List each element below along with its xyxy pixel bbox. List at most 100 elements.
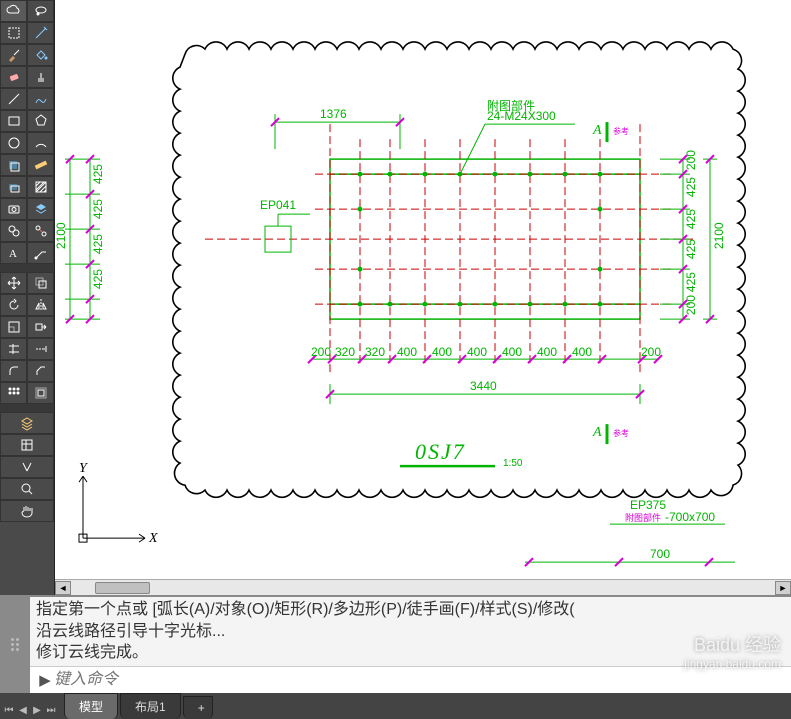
svg-text:425: 425 [91,199,105,219]
command-drag-handle[interactable] [0,595,30,693]
scroll-left-icon[interactable]: ◄ [55,581,71,595]
svg-text:400: 400 [432,345,452,359]
svg-text:参考: 参考 [613,126,629,136]
tool-crop[interactable] [0,154,27,176]
svg-text:EP375: EP375 [630,498,666,512]
ep-label: EP041 [260,198,296,212]
drawing-canvas[interactable]: EP041 1376 24-M24X300 [55,0,791,579]
tool-chamfer[interactable] [27,360,54,382]
tool-pan[interactable] [0,500,54,522]
layout-tabs: ⏮ ◀ ▶ ⏭ 模型 布局1 + [0,693,791,719]
axis-y-label: Y [79,461,89,476]
svg-text:-700x700: -700x700 [665,510,715,524]
svg-text:320: 320 [335,345,355,359]
svg-text:425: 425 [91,269,105,289]
tool-offset[interactable] [27,382,54,404]
svg-text:200: 200 [684,295,698,315]
tool-line[interactable] [0,88,27,110]
left-toolbar: A [0,0,55,595]
tool-group[interactable] [0,220,27,242]
tool-match[interactable] [0,456,54,478]
tool-rect[interactable] [0,110,27,132]
command-history: 指定第一个点或 [弧长(A)/对象(O)/矩形(R)/多边形(P)/徒手画(F)… [30,597,791,667]
horizontal-scrollbar[interactable]: ◄ ► [55,579,791,595]
tool-arc[interactable] [27,132,54,154]
tool-rect-sel[interactable] [0,22,27,44]
tool-camera[interactable] [0,198,27,220]
command-input[interactable] [54,669,785,691]
svg-text:425: 425 [91,234,105,254]
svg-text:425: 425 [91,164,105,184]
svg-text:400: 400 [397,345,417,359]
tool-circle[interactable] [0,132,27,154]
tab-model[interactable]: 模型 [64,693,118,719]
tool-fillet[interactable] [0,360,27,382]
tool-layer-mgr[interactable] [0,412,54,434]
svg-text:400: 400 [467,345,487,359]
tab-nav-next-icon[interactable]: ▶ [30,701,44,719]
svg-text:400: 400 [572,345,592,359]
svg-text:附图部件: 附图部件 [625,512,661,523]
cmd-line-3: 修订云线完成。 [36,642,785,664]
svg-text:425: 425 [684,239,698,259]
bottom-total: 3440 [470,379,497,393]
cmd-line-2: 沿云线路径引导十字光标... [36,621,785,643]
tab-layout1[interactable]: 布局1 [120,693,181,719]
top-dim: 1376 [320,107,347,121]
ucs-icon [79,476,145,542]
tool-wand[interactable] [27,22,54,44]
tool-ungroup[interactable] [27,220,54,242]
tool-copy[interactable] [27,272,54,294]
axis-x-label: X [148,531,158,546]
svg-text:400: 400 [537,345,557,359]
tab-add[interactable]: + [183,696,213,719]
drawing-scale: 1:50 [503,458,523,469]
tool-anno[interactable] [27,242,54,264]
tab-nav-first-icon[interactable]: ⏮ [2,701,16,719]
tool-lasso[interactable] [27,0,54,22]
svg-text:425: 425 [684,177,698,197]
svg-text:700: 700 [650,547,670,561]
tool-layer[interactable] [27,198,54,220]
scroll-right-icon[interactable]: ► [775,581,791,595]
section-mark-bot: A [592,425,602,440]
tool-stamp[interactable] [27,66,54,88]
command-area: 指定第一个点或 [弧长(A)/对象(O)/矩形(R)/多边形(P)/徒手画(F)… [30,595,791,693]
svg-text:200: 200 [684,150,698,170]
tool-measure[interactable] [27,154,54,176]
svg-text:320: 320 [365,345,385,359]
tab-nav-prev-icon[interactable]: ◀ [16,701,30,719]
right-height: 2100 [712,222,726,249]
svg-text:200: 200 [311,345,331,359]
tool-poly[interactable] [27,110,54,132]
tool-text[interactable]: A [0,242,27,264]
tool-extend[interactable] [27,338,54,360]
tool-hatch[interactable] [27,176,54,198]
scroll-thumb[interactable] [95,582,150,594]
svg-text:425: 425 [684,209,698,229]
svg-text:A: A [9,248,17,260]
tool-curve[interactable] [27,88,54,110]
tool-brush[interactable] [0,44,27,66]
left-height: 2100 [55,222,68,249]
tool-trim[interactable] [0,338,27,360]
tool-move[interactable] [0,272,27,294]
section-mark-top: A [592,123,602,138]
tool-eraser[interactable] [0,66,27,88]
tool-scale[interactable] [0,316,27,338]
svg-text:200: 200 [641,345,661,359]
tool-rotate[interactable] [0,294,27,316]
tool-cloud[interactable] [0,0,27,22]
tool-zoom[interactable] [0,478,54,500]
tool-array[interactable] [0,382,27,404]
svg-text:附图部件: 附图部件 [487,98,535,113]
drawing-title: 0SJ7 [415,439,466,464]
tool-props[interactable] [0,434,54,456]
tab-nav-last-icon[interactable]: ⏭ [44,701,58,719]
cmd-line-1: 指定第一个点或 [弧长(A)/对象(O)/矩形(R)/多边形(P)/徒手画(F)… [36,599,785,621]
tool-dim[interactable] [0,176,27,198]
tool-fill[interactable] [27,44,54,66]
command-prompt-icon: ▶ [36,671,54,689]
tool-stretch[interactable] [27,316,54,338]
tool-mirror[interactable] [27,294,54,316]
